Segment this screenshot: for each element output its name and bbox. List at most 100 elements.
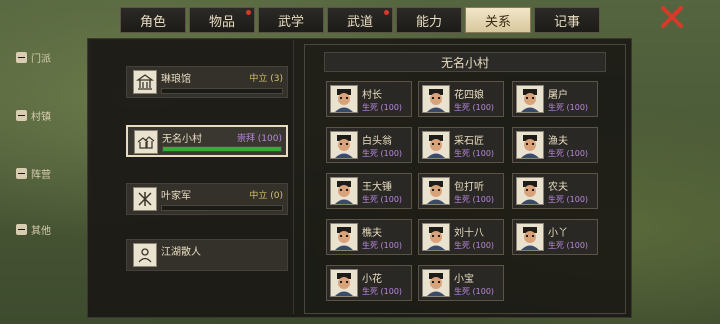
- npc-card[interactable]: 樵夫生死 (100): [326, 219, 412, 255]
- section-label: 阵营: [31, 169, 51, 181]
- notification-dot-icon: [384, 10, 389, 15]
- npc-card[interactable]: 采石匠生死 (100): [418, 127, 504, 163]
- close-button[interactable]: [658, 4, 686, 30]
- tab-martial-arts[interactable]: 武学: [258, 7, 324, 33]
- npc-card[interactable]: 小花 生死 (100): [326, 265, 412, 301]
- npc-portrait-icon: [516, 85, 544, 113]
- npc-name: 花四娘: [454, 90, 484, 101]
- npc-card[interactable]: 渔夫生死 (100): [512, 127, 598, 163]
- faction-name: 无名小村: [162, 134, 202, 145]
- npc-name: 白头翁: [362, 136, 392, 147]
- top-tab-bar: 角色 物品 武学 武道 能力 关系 记事: [120, 7, 600, 33]
- npc-name: 樵夫: [362, 228, 382, 239]
- tab-label: 关系: [484, 14, 511, 30]
- npc-portrait-icon: [330, 269, 358, 297]
- npc-card[interactable]: 刘十八 生死 (100): [418, 219, 504, 255]
- army-icon: [133, 187, 157, 211]
- npc-portrait-icon: [422, 131, 450, 159]
- close-icon: [661, 6, 683, 28]
- relation-bar-fill: [163, 147, 281, 151]
- relation-bar: [161, 205, 283, 211]
- npc-status: 生死 (100): [548, 149, 589, 158]
- section-header-town[interactable]: 村镇: [16, 108, 51, 123]
- npc-name: 王大锤: [362, 182, 392, 193]
- faction-name: 江湖散人: [161, 247, 201, 258]
- npc-status: 生死 (100): [548, 241, 589, 250]
- village-icon: [134, 130, 158, 154]
- npc-portrait-icon: [422, 269, 450, 297]
- tab-martial-way[interactable]: 武道: [327, 7, 393, 33]
- tab-journal[interactable]: 记事: [534, 7, 600, 33]
- npc-card[interactable]: 农夫 生死 (100): [512, 173, 598, 209]
- tab-items[interactable]: 物品: [189, 7, 255, 33]
- npc-name: 刘十八: [454, 228, 484, 239]
- tab-label: 武学: [277, 14, 304, 30]
- npc-name: 小花: [362, 274, 382, 285]
- npc-status: 生死 (100): [548, 195, 589, 204]
- tab-label: 武道: [346, 14, 373, 30]
- tab-character[interactable]: 角色: [120, 7, 186, 33]
- wanderer-icon: [133, 243, 157, 267]
- section-header-sect[interactable]: 门派: [16, 50, 51, 65]
- faction-card-jianghusanren[interactable]: 江湖散人: [126, 239, 288, 271]
- npc-portrait-icon: [330, 223, 358, 251]
- faction-relation: 中立 (0): [249, 191, 283, 201]
- section-label: 村镇: [31, 111, 51, 123]
- pavilion-icon: [133, 70, 157, 94]
- faction-name: 叶家军: [161, 191, 191, 202]
- npc-status: 生死 (100): [362, 195, 403, 204]
- npc-status: 生死 (100): [454, 103, 495, 112]
- village-title: 无名小村: [324, 52, 606, 72]
- npc-name: 小丫: [548, 228, 568, 239]
- npc-status: 生死 (100): [362, 149, 403, 158]
- npc-status: 生死 (100): [362, 241, 403, 250]
- npc-status: 生死 (100): [362, 103, 403, 112]
- faction-name: 琳琅馆: [161, 74, 191, 85]
- npc-card[interactable]: 村长生死 (100): [326, 81, 412, 117]
- npc-card[interactable]: 小丫生死 (100): [512, 219, 598, 255]
- npc-status: 生死 (100): [454, 149, 495, 158]
- npc-portrait-icon: [422, 85, 450, 113]
- section-header-camp[interactable]: 阵营: [16, 166, 51, 181]
- section-header-other[interactable]: 其他: [16, 222, 51, 237]
- npc-portrait-icon: [422, 223, 450, 251]
- npc-card[interactable]: 屠户生死 (100): [512, 81, 598, 117]
- tab-label: 能力: [415, 14, 442, 30]
- npc-portrait-icon: [330, 85, 358, 113]
- npc-name: 村长: [362, 90, 382, 101]
- tab-relations[interactable]: 关系: [465, 7, 531, 33]
- npc-name: 采石匠: [454, 136, 484, 147]
- npc-name: 小宝: [454, 274, 474, 285]
- npc-portrait-icon: [422, 177, 450, 205]
- tab-label: 角色: [139, 14, 166, 30]
- tab-label: 物品: [208, 14, 235, 30]
- collapse-icon: [16, 109, 27, 121]
- npc-portrait-icon: [330, 177, 358, 205]
- relation-bar: [162, 146, 282, 152]
- relation-bar: [161, 88, 283, 94]
- collapse-icon: [16, 51, 27, 63]
- npc-card[interactable]: 小宝生死 (100): [418, 265, 504, 301]
- faction-card-wumingxiaocun[interactable]: 无名小村 崇拜 (100): [126, 125, 288, 157]
- faction-card-yejiajun[interactable]: 叶家军 中立 (0): [126, 183, 288, 215]
- npc-status: 生死 (100): [548, 103, 589, 112]
- tab-abilities[interactable]: 能力: [396, 7, 462, 33]
- npc-card[interactable]: 王大锤生死 (100): [326, 173, 412, 209]
- npc-portrait-icon: [330, 131, 358, 159]
- npc-name: 屠户: [548, 90, 568, 101]
- collapse-icon: [16, 223, 27, 235]
- npc-card[interactable]: 包打听 生死 (100): [418, 173, 504, 209]
- npc-name: 包打听: [454, 182, 484, 193]
- faction-relation: 中立 (3): [249, 74, 283, 84]
- section-label: 门派: [31, 53, 51, 65]
- npc-card[interactable]: 花四娘生死 (100): [418, 81, 504, 117]
- collapse-icon: [16, 167, 27, 179]
- section-label: 其他: [31, 225, 51, 237]
- faction-card-linlangguan[interactable]: 琳琅馆 中立 (3): [126, 66, 288, 98]
- tab-label: 记事: [553, 14, 580, 30]
- npc-card[interactable]: 白头翁生死 (100): [326, 127, 412, 163]
- npc-name: 渔夫: [548, 136, 568, 147]
- npc-portrait-icon: [516, 131, 544, 159]
- notification-dot-icon: [246, 10, 251, 15]
- npc-status: 生死 (100): [454, 287, 495, 296]
